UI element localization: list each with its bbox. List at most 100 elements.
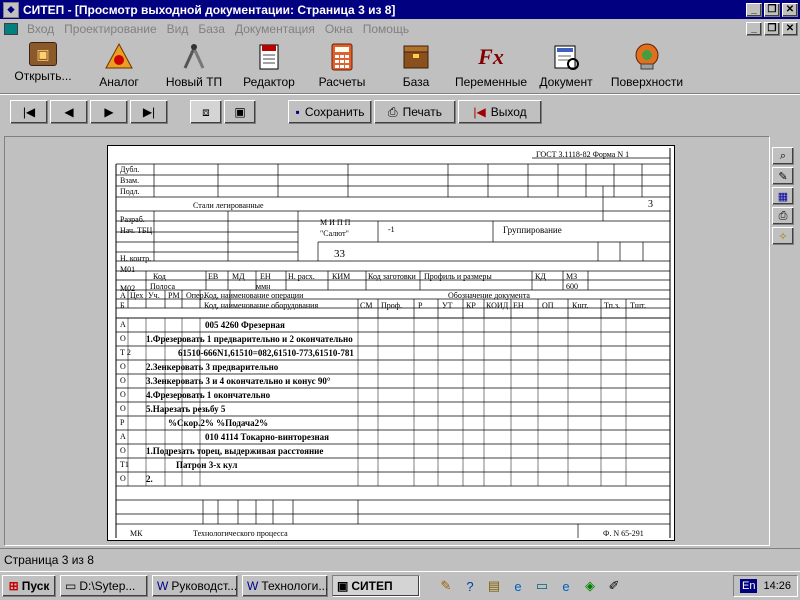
menu-item-help[interactable]: Помощь bbox=[358, 22, 414, 36]
task-word-guide[interactable]: W Руководст... bbox=[152, 575, 238, 597]
analog-button[interactable]: Аналог bbox=[84, 38, 154, 89]
start-label: Пуск bbox=[21, 579, 50, 593]
replaced-label: Взам. bbox=[120, 176, 140, 185]
original-label: Подл. bbox=[120, 187, 140, 196]
row-code: Т1 bbox=[120, 460, 129, 469]
header-cell: СМ bbox=[360, 301, 373, 310]
menu-item-documentation[interactable]: Документация bbox=[230, 22, 320, 36]
first-page-button[interactable]: |◀ bbox=[10, 100, 48, 124]
header-cell: УТ bbox=[442, 301, 453, 310]
developer-label: Разраб. bbox=[120, 215, 145, 224]
zoom-page-button[interactable]: ▣ bbox=[224, 100, 256, 124]
grouping-label: Группирование bbox=[503, 225, 562, 235]
menu-item-design[interactable]: Проектирование bbox=[59, 22, 162, 36]
menu-item-login[interactable]: Вход bbox=[22, 22, 59, 36]
process-title-label: Технологического процесса bbox=[193, 529, 288, 538]
navigation-bar: |◀ ◀ ▶ ▶| ⧈ ▣ ▪ Сохранить ⎙ Печать |◀ Выход bbox=[0, 94, 800, 134]
next-page-icon: ▶ bbox=[104, 105, 114, 119]
analog-icon bbox=[104, 42, 134, 72]
print-tool-icon: ⎙ bbox=[778, 209, 788, 222]
minimize-button[interactable]: _ bbox=[746, 2, 762, 17]
organization-name: "Салют" bbox=[320, 229, 349, 238]
zoom-tool-button[interactable]: ⌕ bbox=[772, 147, 794, 165]
menu-bar: Вход Проектирование Вид База Документаци… bbox=[0, 19, 800, 38]
header-cell: Цех bbox=[130, 291, 144, 300]
close-button[interactable]: ✕ bbox=[782, 2, 798, 17]
last-page-button[interactable]: ▶| bbox=[130, 100, 168, 124]
quicklaunch-help-icon[interactable]: ? bbox=[461, 577, 479, 595]
child-minimize-button[interactable]: _ bbox=[746, 21, 762, 36]
quicklaunch-desktop-icon[interactable]: ▭ bbox=[533, 577, 551, 595]
header-cell: Н. расх. bbox=[288, 272, 315, 281]
organization-label: М И П П bbox=[320, 218, 351, 227]
quicklaunch-notepad-icon[interactable]: ✐ bbox=[605, 577, 623, 595]
edit-tool-button[interactable]: ✎ bbox=[772, 167, 794, 185]
row-text: 010 4114 Токарно-винторезная bbox=[205, 432, 330, 442]
page-number: 3 bbox=[648, 199, 653, 210]
window-title: СИТЕП - [Просмотр выходной документации:… bbox=[23, 2, 396, 17]
quicklaunch-paint-icon[interactable]: ✎ bbox=[437, 577, 455, 595]
analog-label: Аналог bbox=[99, 75, 139, 89]
document-button[interactable]: Документ bbox=[530, 38, 602, 89]
word-icon: W bbox=[247, 579, 259, 593]
pencil-icon: ✎ bbox=[778, 170, 788, 183]
language-indicator[interactable]: En bbox=[740, 579, 758, 593]
task-explorer-label: D:\Sytep... bbox=[79, 579, 136, 593]
header-cell: ЕН bbox=[513, 301, 524, 310]
row-text: 5.Нарезать резьбу 5 bbox=[146, 404, 226, 414]
task-explorer[interactable]: ▭ D:\Sytep... bbox=[60, 575, 148, 597]
menu-item-view[interactable]: Вид bbox=[162, 22, 194, 36]
menu-item-database[interactable]: База bbox=[193, 22, 230, 36]
surfaces-label: Поверхности bbox=[610, 75, 684, 89]
fx-icon: Fx bbox=[478, 44, 504, 69]
header-cell: КР bbox=[466, 301, 476, 310]
task-word-guide-label: Руководст... bbox=[171, 579, 238, 593]
next-page-button[interactable]: ▶ bbox=[90, 100, 128, 124]
menu-item-windows[interactable]: Окна bbox=[320, 22, 358, 36]
calculations-button[interactable]: Расчеты bbox=[304, 38, 380, 89]
editor-button[interactable]: Редактор bbox=[234, 38, 304, 89]
row-text: 1.Фрезеровать 1 предварительно и 2 оконч… bbox=[146, 334, 353, 344]
new-tp-button[interactable]: Новый ТП bbox=[154, 38, 234, 89]
document-viewport[interactable]: ГОСТ 3.1118-82 Форма N 1 Дубл. Взам. Под… bbox=[4, 136, 770, 546]
child-restore-button[interactable]: ❐ bbox=[764, 21, 780, 36]
grid-tool-button[interactable]: ▦ bbox=[772, 187, 794, 205]
open-icon: ▣ bbox=[29, 42, 57, 66]
open-label: Открыть... bbox=[14, 69, 72, 83]
database-button[interactable]: База bbox=[380, 38, 452, 89]
child-close-button[interactable]: ✕ bbox=[782, 21, 798, 36]
open-button[interactable]: ▣ Открыть... bbox=[2, 38, 84, 83]
zoom-fit-button[interactable]: ⧈ bbox=[190, 100, 222, 124]
save-label: Сохранить bbox=[304, 105, 365, 119]
header-cell: МД bbox=[232, 272, 245, 281]
quicklaunch-explorer-icon[interactable]: ▤ bbox=[485, 577, 503, 595]
task-sitep[interactable]: ▣ СИТЕП bbox=[332, 575, 420, 597]
quicklaunch-channels-icon[interactable]: ◈ bbox=[581, 577, 599, 595]
new-tp-icon bbox=[179, 42, 209, 72]
start-button[interactable]: ⊞ Пуск bbox=[2, 575, 56, 597]
zoom-page-icon: ▣ bbox=[234, 105, 246, 119]
task-word-tech[interactable]: W Технологи... bbox=[242, 575, 328, 597]
exit-button[interactable]: |◀ Выход bbox=[458, 100, 542, 124]
quicklaunch-ie-icon[interactable]: e bbox=[509, 577, 527, 595]
folder-icon: ▭ bbox=[65, 579, 77, 593]
row-text: 2.Зенкеровать 3 предварительно bbox=[146, 362, 279, 372]
print-tool-button[interactable]: ⎙ bbox=[772, 207, 794, 225]
header-cell: Полоса bbox=[150, 282, 176, 291]
header-cell: Обозначение документа bbox=[448, 291, 530, 300]
task-sitep-label: СИТЕП bbox=[351, 579, 393, 593]
quicklaunch-outlook-icon[interactable]: e bbox=[557, 577, 575, 595]
task-word-tech-label: Технологи... bbox=[261, 579, 328, 593]
row-text: Патрон 3-х кул bbox=[176, 460, 238, 470]
surfaces-button[interactable]: Поверхности bbox=[602, 38, 692, 89]
sitep-task-icon: ▣ bbox=[337, 579, 349, 593]
maximize-button[interactable]: ❐ bbox=[764, 2, 780, 17]
header-cell: Кшт. bbox=[572, 301, 589, 310]
save-button[interactable]: ▪ Сохранить bbox=[288, 100, 372, 124]
previous-page-button[interactable]: ◀ bbox=[50, 100, 88, 124]
header-cell: КД bbox=[535, 272, 546, 281]
print-button[interactable]: ⎙ Печать bbox=[374, 100, 456, 124]
document-code: -1 bbox=[388, 225, 395, 234]
variables-button[interactable]: Fx Переменные bbox=[452, 38, 530, 89]
wand-tool-button[interactable]: ✧ bbox=[772, 227, 794, 245]
